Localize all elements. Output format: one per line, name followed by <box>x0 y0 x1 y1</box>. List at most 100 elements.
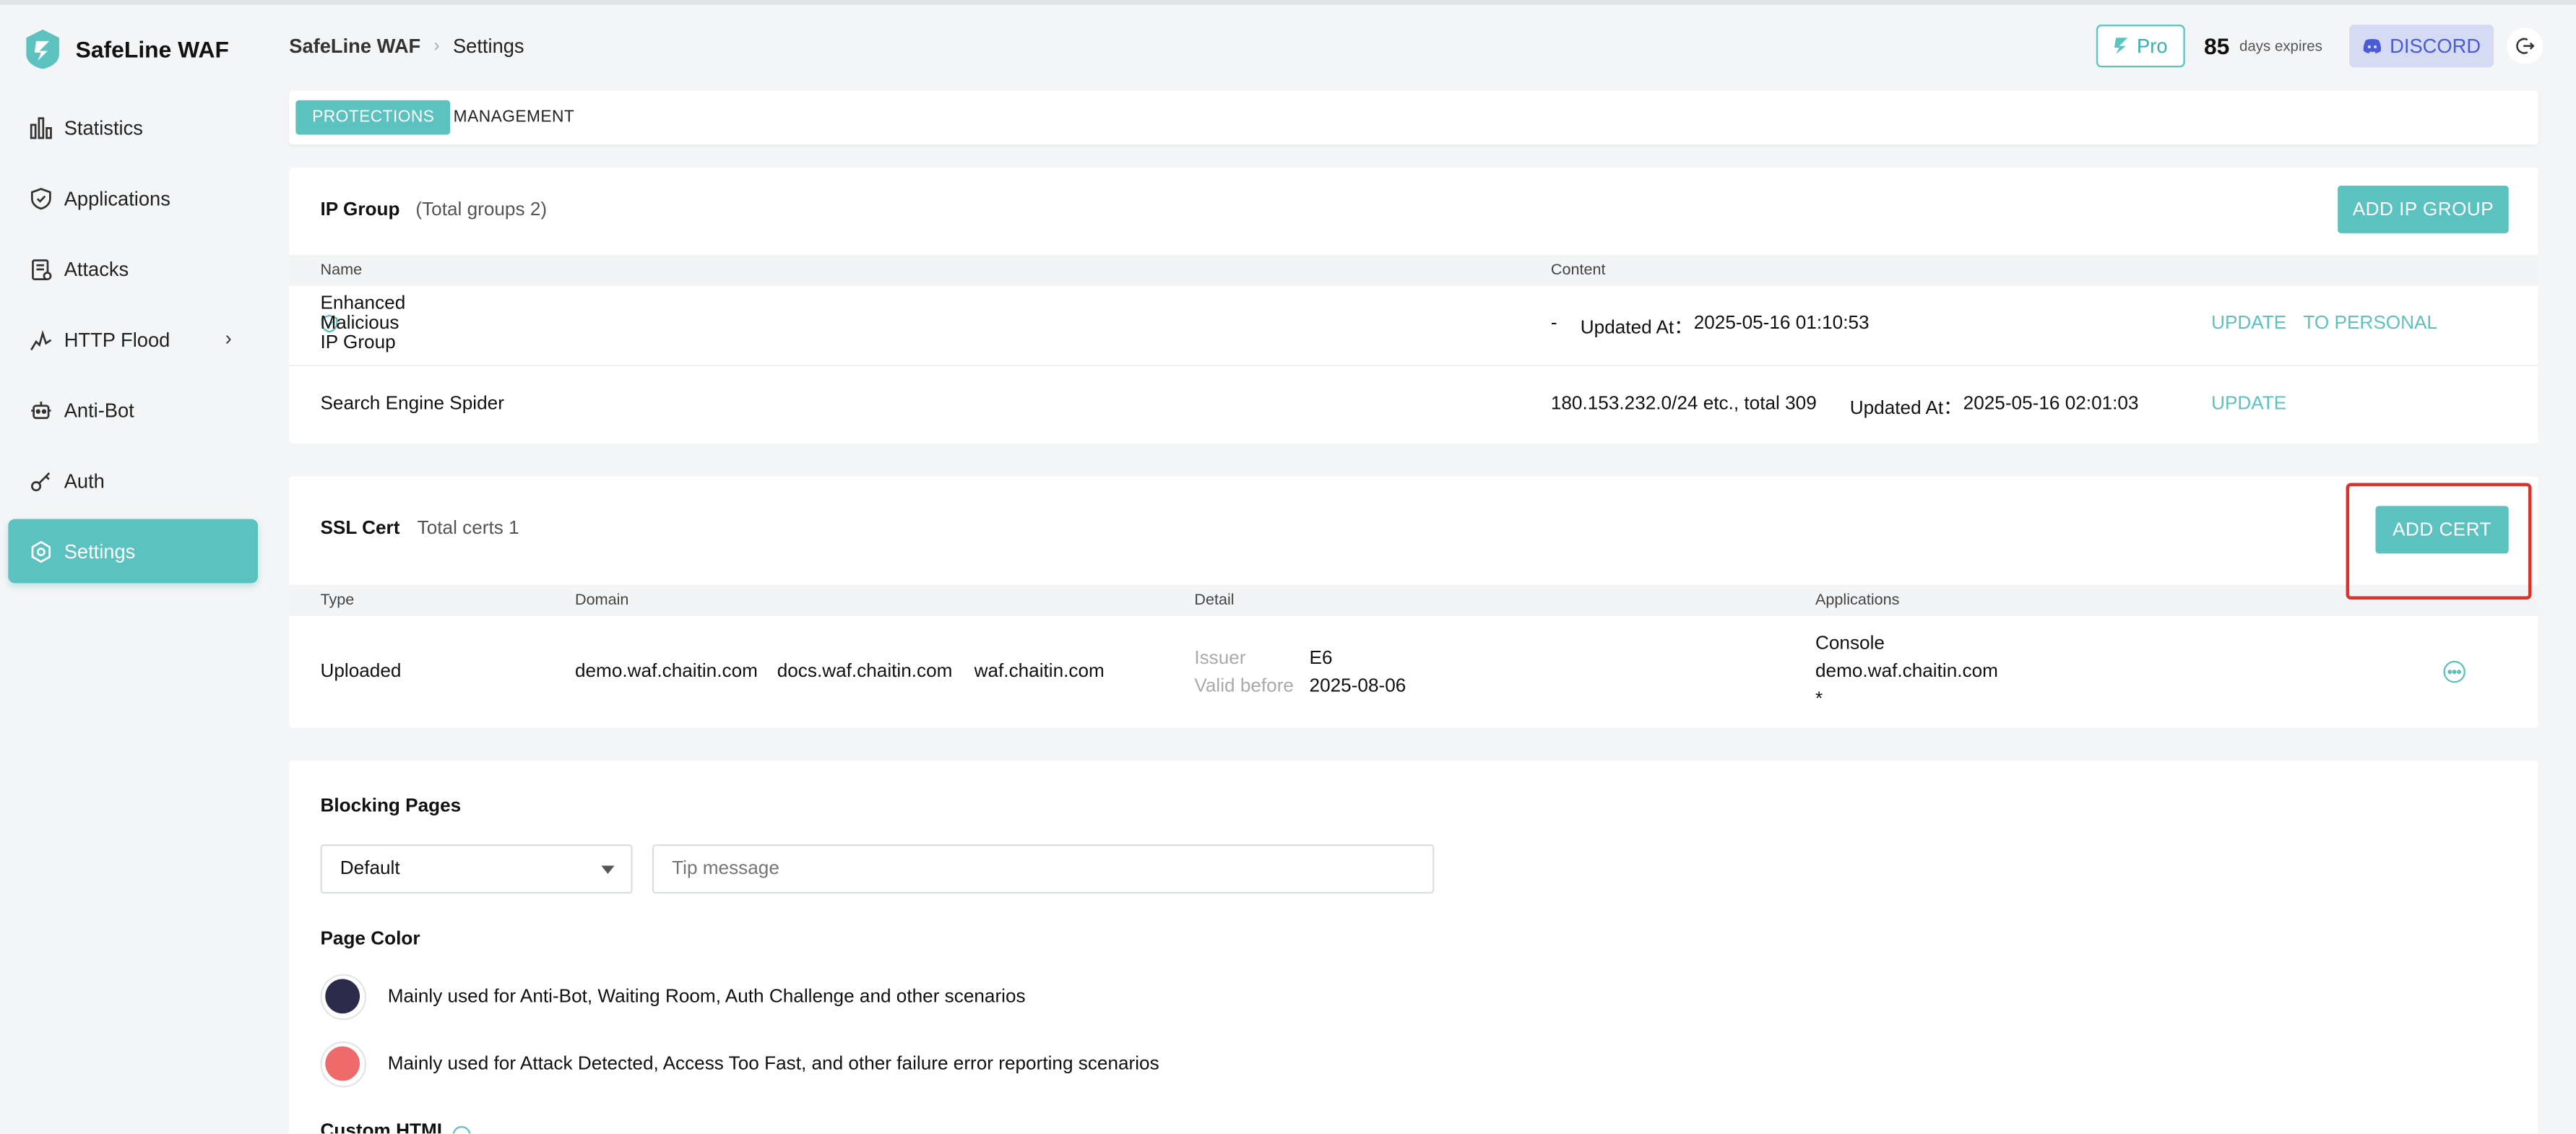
clipboard-icon <box>28 256 54 282</box>
table-row: Search Engine Spider 180.153.232.0/24 et… <box>289 366 2538 443</box>
cert-type: Uploaded <box>320 662 402 682</box>
logout-button[interactable] <box>2507 27 2543 64</box>
color-swatch-fill <box>325 1046 360 1081</box>
tab-protections[interactable]: PROTECTIONS <box>295 100 451 135</box>
discord-label: DISCORD <box>2390 34 2481 58</box>
blocking-pages-title: Blocking Pages <box>320 796 462 817</box>
column-header-name: Name <box>320 261 363 280</box>
pro-badge[interactable]: Pro <box>2095 25 2184 68</box>
cert-domain: docs.waf.chaitin.com <box>777 662 953 682</box>
help-icon[interactable] <box>451 1124 471 1134</box>
top-border <box>0 0 2576 5</box>
pro-label: Pro <box>2137 34 2168 58</box>
issuer-label: Issuer <box>1194 649 1246 669</box>
sidebar-item-http-flood[interactable]: HTTP Flood › <box>8 307 258 371</box>
ip-group-title: IP Group <box>320 200 400 220</box>
ip-group-count: (Total groups 2) <box>415 200 548 220</box>
update-link[interactable]: UPDATE <box>2211 313 2286 333</box>
column-header-applications: Applications <box>1815 591 1900 610</box>
sidebar-item-label: Anti-Bot <box>64 398 134 422</box>
to-personal-link[interactable]: TO PERSONAL <box>2303 313 2437 333</box>
custom-html-title: Custom HTML <box>320 1122 449 1134</box>
key-icon <box>28 467 54 493</box>
safeline-logo-icon <box>26 29 59 69</box>
top-header: SafeLine WAF › Settings Pro 85 days expi… <box>289 5 2543 84</box>
sidebar-item-label: Auth <box>64 469 105 493</box>
days-label: days expires <box>2239 38 2322 55</box>
bar-chart-icon <box>28 114 54 140</box>
column-header-detail: Detail <box>1194 591 1235 610</box>
pro-logo-icon <box>2114 38 2127 55</box>
sidebar-item-label: Settings <box>64 540 136 563</box>
color-option-label: Mainly used for Attack Detected, Access … <box>387 1055 1159 1075</box>
sidebar: SafeLine WAF Statistics Applications Att… <box>0 5 269 1133</box>
color-swatch-error[interactable] <box>320 1041 367 1088</box>
sidebar-item-label: Attacks <box>64 256 129 280</box>
sidebar-item-label: HTTP Flood <box>64 327 170 351</box>
sidebar-item-attacks[interactable]: Attacks <box>8 236 258 300</box>
issuer-value: E6 <box>1309 649 1333 669</box>
column-header-content: Content <box>1550 261 1606 280</box>
updated-at-label: Updated At： <box>1580 319 1693 339</box>
color-option-label: Mainly used for Anti-Bot, Waiting Room, … <box>387 987 1026 1008</box>
breadcrumb-home[interactable]: SafeLine WAF <box>289 35 420 58</box>
sidebar-item-auth[interactable]: Auth <box>8 449 258 513</box>
more-actions-icon[interactable] <box>2443 660 2466 688</box>
color-swatch-fill <box>325 979 360 1014</box>
app-root: SafeLine WAF Statistics Applications Att… <box>0 0 2576 1134</box>
header-actions: Pro 85 days expires DISCORD <box>2095 25 2543 68</box>
table-row: Enhanced Malicious IP Group - Updated At… <box>289 286 2538 365</box>
logout-icon <box>2516 38 2535 54</box>
column-header-type: Type <box>320 591 355 610</box>
breadcrumb-separator-icon: › <box>433 36 440 56</box>
valid-before-value: 2025-08-06 <box>1309 676 1406 697</box>
ssl-cert-card: SSL Cert Total certs 1 Type Domain Detai… <box>289 476 2538 728</box>
blocking-pages-card: Blocking Pages Default Page Color Mainly… <box>289 760 2538 1134</box>
table-row: Uploaded demo.waf.chaitin.com docs.waf.c… <box>289 616 2538 728</box>
add-ip-group-button[interactable]: ADD IP GROUP <box>2338 185 2509 233</box>
caret-down-icon <box>601 865 615 874</box>
ip-group-content: - <box>1550 313 1557 334</box>
breadcrumb: SafeLine WAF › Settings <box>289 35 524 58</box>
gear-icon <box>28 538 54 564</box>
sidebar-item-statistics[interactable]: Statistics <box>8 95 258 160</box>
breadcrumb-current: Settings <box>452 34 524 58</box>
sidebar-item-anti-bot[interactable]: Anti-Bot <box>8 378 258 442</box>
ip-group-name: Enhanced Malicious IP Group <box>320 294 406 353</box>
updated-at-value: 2025-05-16 01:10:53 <box>1693 313 1870 334</box>
ssl-cert-title: SSL Cert <box>320 519 400 539</box>
ssl-cert-count: Total certs 1 <box>417 519 519 539</box>
cert-domain: demo.waf.chaitin.com <box>574 662 758 682</box>
app-name: SafeLine WAF <box>75 36 229 63</box>
cert-application: demo.waf.chaitin.com <box>1815 662 1998 682</box>
settings-tabs: PROTECTIONS MANAGEMENT <box>289 90 2538 145</box>
days-count: 85 <box>2203 33 2230 59</box>
cert-application: * <box>1815 690 1823 710</box>
color-swatch-primary[interactable] <box>320 974 367 1021</box>
updated-at-value: 2025-05-16 02:01:03 <box>1963 394 2139 415</box>
ip-group-name-cell: Enhanced Malicious IP Group <box>320 294 405 353</box>
shield-icon <box>28 185 54 211</box>
tip-message-input[interactable] <box>652 844 1435 894</box>
select-value: Default <box>340 859 400 879</box>
cert-application: Console <box>1815 633 1885 654</box>
sidebar-item-label: Applications <box>64 186 170 209</box>
cert-domain: waf.chaitin.com <box>974 662 1105 682</box>
tab-management[interactable]: MANAGEMENT <box>437 100 591 135</box>
update-link[interactable]: UPDATE <box>2211 394 2286 414</box>
ssl-cert-table-header: Type Domain Detail Applications <box>289 584 2538 616</box>
ip-group-table-header: Name Content <box>289 254 2538 286</box>
sidebar-item-applications[interactable]: Applications <box>8 166 258 230</box>
page-color-title: Page Color <box>320 930 420 950</box>
column-header-domain: Domain <box>574 591 629 610</box>
highlight-box <box>2346 482 2532 600</box>
license-expiry: 85 days expires <box>2197 25 2336 68</box>
valid-before-label: Valid before <box>1194 676 1295 697</box>
sidebar-item-settings[interactable]: Settings <box>8 519 259 584</box>
ip-group-content: 180.153.232.0/24 etc., total 309 <box>1550 394 1817 415</box>
discord-button[interactable]: DISCORD <box>2348 25 2494 68</box>
discord-icon <box>2362 39 2381 53</box>
app-logo[interactable]: SafeLine WAF <box>23 28 229 71</box>
blocking-page-select[interactable]: Default <box>320 844 633 894</box>
updated-at-label: Updated At： <box>1849 399 1963 419</box>
